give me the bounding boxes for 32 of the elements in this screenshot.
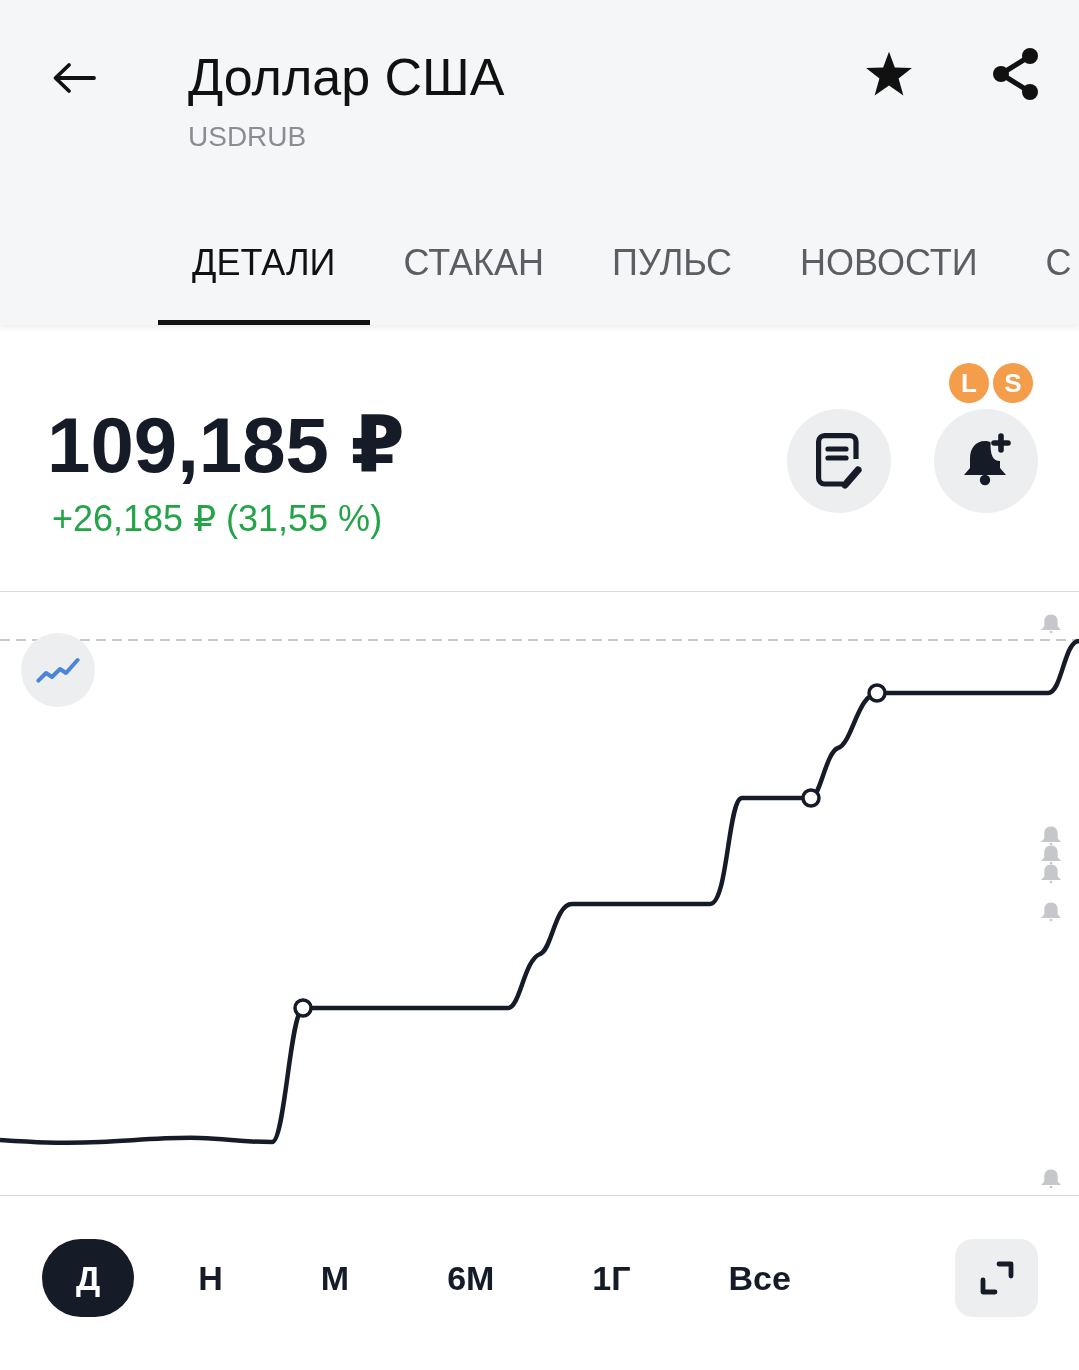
badge: S — [993, 363, 1033, 403]
point-marker-icon — [293, 998, 313, 1018]
share-button[interactable] — [992, 47, 1040, 101]
alert-bell-icon — [1041, 902, 1061, 922]
alert-bell-icon — [1041, 826, 1061, 846]
expand-button[interactable] — [955, 1239, 1038, 1317]
share-icon — [992, 47, 1040, 101]
tab[interactable]: СТАКАН — [369, 242, 579, 325]
price-value: 109,185 ₽ — [47, 400, 405, 490]
tab[interactable]: С — [1011, 242, 1079, 325]
arrow-left-icon — [52, 62, 96, 94]
trend-line-icon — [36, 657, 80, 683]
alert-bell-icon — [1041, 1169, 1061, 1189]
period-button[interactable]: М — [286, 1239, 384, 1317]
period-button[interactable]: Все — [694, 1239, 825, 1317]
instrument-title: Доллар США — [188, 47, 505, 107]
note-edit-icon — [816, 433, 862, 489]
price-change: +26,185 ₽ (31,55 %) — [52, 497, 384, 541]
period-button[interactable]: Н — [164, 1239, 257, 1317]
point-marker-icon — [867, 683, 887, 703]
tab[interactable]: НОВОСТИ — [766, 242, 1012, 325]
period-button[interactable]: Д — [42, 1239, 135, 1317]
period-button[interactable]: 6М — [413, 1239, 529, 1317]
badge: L — [949, 363, 989, 403]
point-marker-icon — [801, 788, 821, 808]
alert-bell-icon — [1041, 845, 1061, 865]
period-button[interactable]: 1Г — [558, 1239, 665, 1317]
ticker-label: USDRUB — [188, 120, 308, 154]
alert-bell-icon — [1041, 614, 1061, 634]
tab[interactable]: ПУЛЬС — [578, 242, 767, 325]
alert-bell-icon — [1041, 864, 1061, 884]
tab[interactable]: ДЕТАЛИ — [158, 242, 370, 325]
